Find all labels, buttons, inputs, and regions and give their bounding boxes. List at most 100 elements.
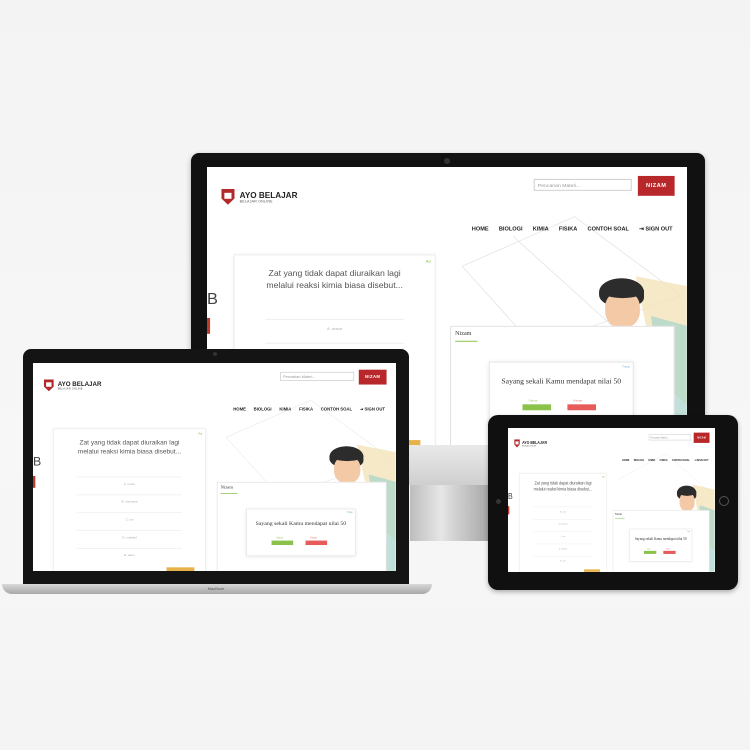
hero-letter: B	[207, 291, 218, 309]
quiz-option[interactable]: D. molekul	[533, 543, 593, 550]
brand-name: AYO BELAJAR	[239, 190, 298, 200]
retry-label: Ulangi	[528, 398, 538, 403]
exit-button[interactable]	[567, 404, 597, 411]
quiz-panel: Ad Zat yang tidak dapat diuraikan lagi m…	[519, 473, 607, 572]
search-input[interactable]: Pencarian Materi...	[280, 371, 355, 381]
tablet-camera	[496, 499, 501, 504]
nav-fisika[interactable]: FISIKA	[299, 408, 313, 412]
popup-close[interactable]: Tutup	[622, 365, 630, 369]
quiz-question: Zat yang tidak dapat diuraikan lagi mela…	[533, 480, 593, 492]
main-nav: HOME BIOLOGI KIMIA FISIKA CONTOH SOAL ⇥ …	[233, 408, 385, 412]
laptop-page: AYO BELAJAR BELAJAR ONLINE Pencarian Mat…	[33, 363, 396, 571]
person-illustration	[595, 278, 646, 328]
tablet-page: AYO BELAJAR BELAJAR ONLINE Pencarian Mat…	[508, 428, 715, 572]
quiz-option[interactable]: D. molekul	[77, 530, 182, 539]
profile-name: Nizam	[614, 512, 622, 516]
shield-icon	[514, 439, 520, 448]
ad-tag: Ad	[198, 431, 203, 436]
nav-biologi[interactable]: BIOLOGI	[499, 227, 523, 233]
nav-fisika[interactable]: FISIKA	[660, 459, 668, 462]
profile-underline	[455, 340, 478, 342]
quiz-option[interactable]: E. atom	[77, 548, 182, 557]
nav-home[interactable]: HOME	[233, 408, 246, 412]
quiz-panel: Ad Zat yang tidak dapat diuraikan lagi m…	[53, 428, 206, 571]
submit-button[interactable]	[166, 567, 195, 571]
quiz-option[interactable]: A. unsur	[265, 318, 405, 331]
user-button[interactable]: NIZAM	[358, 369, 387, 385]
hero-accent	[508, 506, 510, 515]
brand-tagline: BELAJAR ONLINE	[522, 444, 537, 447]
nav-sign-out[interactable]: ⇥ SIGN OUT	[694, 459, 708, 462]
brand-name: AYO BELAJAR	[57, 380, 102, 388]
nav-sign-out[interactable]: ⇥ SIGN OUT	[639, 227, 672, 233]
laptop-brand: MacBook	[207, 586, 225, 591]
profile-name: Nizam	[455, 330, 472, 337]
popup-close[interactable]: Tutup	[347, 511, 353, 514]
hero-accent	[33, 475, 36, 488]
user-button[interactable]: NIZAM	[637, 175, 675, 196]
nav-biologi[interactable]: BIOLOGI	[634, 459, 644, 462]
nav-kimia[interactable]: KIMIA	[533, 227, 549, 233]
hero-letter: B	[33, 455, 42, 469]
retry-button[interactable]	[271, 540, 294, 546]
retry-button[interactable]	[522, 404, 552, 411]
quiz-option[interactable]: A. unsur	[77, 476, 182, 486]
exit-label: Keluar	[573, 398, 583, 403]
profile-underline	[220, 493, 238, 494]
quiz-option[interactable]: C. ion	[533, 531, 593, 537]
nav-kimia[interactable]: KIMIA	[648, 459, 655, 462]
quiz-option[interactable]: E. atom	[533, 555, 593, 562]
submit-button[interactable]	[584, 569, 600, 572]
nav-home[interactable]: HOME	[622, 459, 629, 462]
nav-contoh-soal[interactable]: CONTOH SOAL	[588, 227, 629, 233]
hero-accent	[207, 317, 211, 334]
exit-label: Keluar	[665, 547, 670, 550]
brand-tagline: BELAJAR ONLINE	[57, 387, 83, 391]
exit-button[interactable]	[663, 550, 676, 554]
tablet-home-button[interactable]	[719, 496, 729, 506]
main-nav: HOME BIOLOGI KIMIA FISIKA CONTOH SOAL ⇥ …	[622, 459, 709, 462]
shield-icon	[43, 379, 54, 392]
shield-icon	[221, 188, 235, 205]
nav-contoh-soal[interactable]: CONTOH SOAL	[672, 459, 690, 462]
ad-tag: Ad	[425, 258, 431, 264]
hero-letter: B	[508, 492, 513, 501]
result-message: Sayang sekali Kamu mendapat nilai 50	[634, 536, 687, 542]
quiz-option[interactable]: A. unsur	[533, 506, 593, 513]
main-nav: HOME BIOLOGI KIMIA FISIKA CONTOH SOAL ⇥ …	[472, 227, 673, 233]
nav-kimia[interactable]: KIMIA	[279, 408, 291, 412]
site-logo[interactable]: AYO BELAJAR BELAJAR ONLINE	[514, 439, 547, 448]
result-popup: Tutup Sayang sekali Kamu mendapat nilai …	[246, 508, 356, 557]
nav-fisika[interactable]: FISIKA	[559, 227, 577, 233]
retry-button[interactable]	[643, 550, 657, 554]
popup-close[interactable]: Tutup	[687, 530, 690, 532]
retry-label: Ulangi	[276, 536, 283, 540]
site-logo[interactable]: AYO BELAJAR BELAJAR ONLINE	[221, 188, 298, 205]
quiz-question: Zat yang tidak dapat diuraikan lagi mela…	[266, 268, 403, 291]
nav-sign-out[interactable]: ⇥ SIGN OUT	[360, 408, 385, 412]
quiz-option[interactable]: C. ion	[77, 512, 182, 521]
quiz-question: Zat yang tidak dapat diuraikan lagi mela…	[77, 438, 182, 456]
monitor-camera	[444, 158, 450, 164]
profile-underline	[614, 517, 625, 519]
nav-contoh-soal[interactable]: CONTOH SOAL	[321, 408, 352, 412]
quiz-option[interactable]: B. senyawa	[533, 518, 593, 525]
exit-button[interactable]	[305, 540, 328, 546]
tablet-screen: AYO BELAJAR BELAJAR ONLINE Pencarian Mat…	[508, 428, 715, 572]
result-message: Sayang sekali Kamu mendapat nilai 50	[255, 519, 347, 527]
exit-label: Keluar	[310, 536, 317, 540]
result-message: Sayang sekali Kamu mendapat nilai 50	[501, 376, 622, 386]
laptop-screen: AYO BELAJAR BELAJAR ONLINE Pencarian Mat…	[33, 363, 396, 571]
retry-label: Ulangi	[646, 547, 651, 550]
nav-biologi[interactable]: BIOLOGI	[254, 408, 272, 412]
monitor-stand	[410, 485, 488, 541]
profile-name: Nizam	[220, 485, 233, 491]
laptop-camera	[213, 352, 217, 356]
search-input[interactable]: Pencarian Materi...	[648, 434, 692, 441]
person-illustration	[675, 485, 697, 512]
user-button[interactable]: NIZAM	[693, 432, 710, 443]
search-input[interactable]: Pencarian Materi...	[533, 178, 632, 191]
site-logo[interactable]: AYO BELAJAR BELAJAR ONLINE	[43, 379, 102, 392]
nav-home[interactable]: HOME	[472, 227, 489, 233]
quiz-option[interactable]: B. senyawa	[77, 494, 182, 503]
